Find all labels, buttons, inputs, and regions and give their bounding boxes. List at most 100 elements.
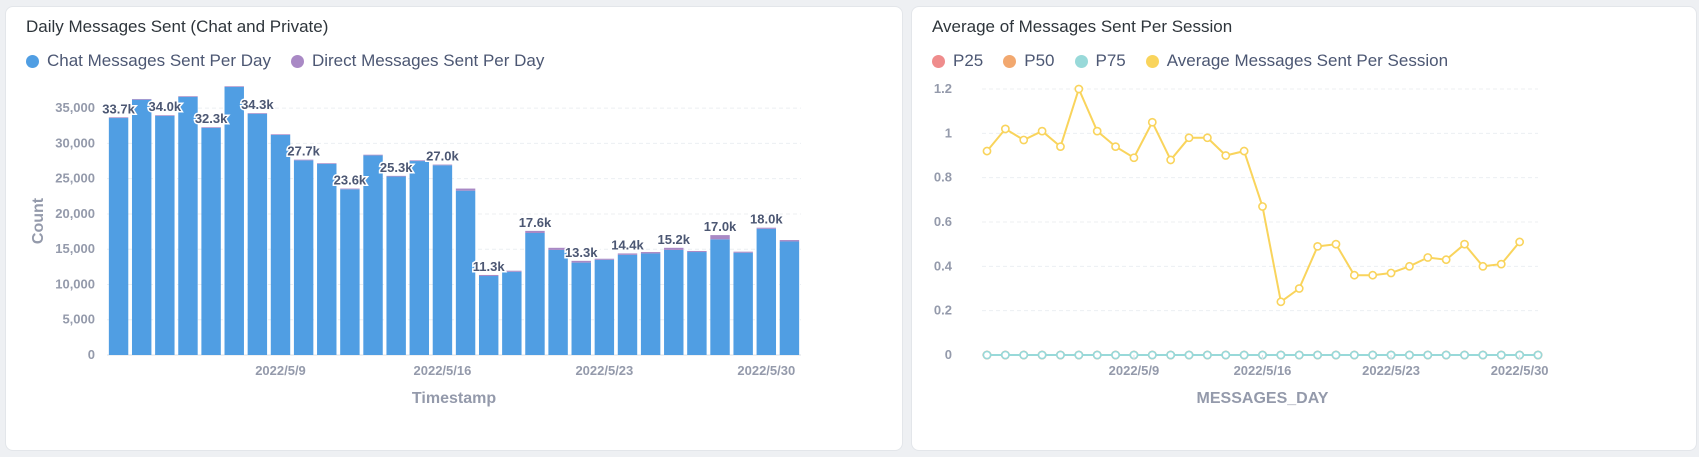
y-tick-label: 0 bbox=[88, 347, 95, 362]
data-point bbox=[1019, 135, 1029, 145]
data-point bbox=[1368, 270, 1378, 280]
bar-direct bbox=[733, 251, 753, 253]
bar-chat bbox=[224, 87, 244, 355]
y-tick-label: 1 bbox=[945, 125, 952, 140]
bar-chat bbox=[502, 271, 522, 355]
data-point bbox=[1000, 350, 1010, 360]
data-label: 34.3k bbox=[241, 97, 274, 112]
y-tick-label: 0.2 bbox=[934, 303, 952, 318]
data-point bbox=[1331, 239, 1341, 249]
bar-chat bbox=[687, 252, 707, 355]
y-tick-label: 35,000 bbox=[55, 100, 95, 115]
y-tick-label: 0.4 bbox=[934, 258, 953, 273]
bar-chat bbox=[617, 254, 638, 355]
data-label: 32.3k bbox=[195, 111, 228, 126]
y-tick-label: 0 bbox=[945, 347, 952, 362]
bar-direct bbox=[432, 164, 453, 166]
data-point bbox=[1037, 126, 1047, 136]
data-label: 34.0k bbox=[149, 99, 182, 114]
data-point bbox=[1423, 350, 1433, 360]
data-point bbox=[1111, 142, 1120, 152]
bar-chat bbox=[386, 176, 406, 355]
data-point bbox=[1441, 350, 1451, 360]
bar-chat bbox=[409, 161, 430, 355]
data-point bbox=[1313, 241, 1322, 251]
bar-chat bbox=[201, 127, 221, 355]
data-point bbox=[1405, 350, 1414, 360]
bar-direct bbox=[455, 188, 476, 191]
bar-chat bbox=[432, 165, 453, 355]
bar-chat bbox=[756, 228, 777, 355]
data-point bbox=[1092, 350, 1102, 360]
data-point bbox=[1147, 350, 1157, 360]
bar-chat bbox=[108, 118, 129, 355]
bar-chat bbox=[293, 160, 314, 355]
bar-chat bbox=[640, 253, 661, 355]
bar-direct bbox=[502, 270, 522, 272]
bar-direct bbox=[687, 250, 707, 253]
y-tick-label: 15,000 bbox=[55, 241, 95, 256]
data-point bbox=[1147, 117, 1157, 127]
bar-chat bbox=[478, 276, 499, 355]
daily-messages-card: Daily Messages Sent (Chat and Private) C… bbox=[5, 6, 903, 451]
data-point bbox=[982, 146, 992, 156]
data-label: 11.3k bbox=[473, 259, 506, 274]
bar-direct bbox=[108, 117, 129, 119]
data-point bbox=[1111, 350, 1120, 360]
bar-direct bbox=[363, 154, 383, 156]
x-tick-label: 2022/5/16 bbox=[1234, 363, 1292, 378]
bar-chat bbox=[247, 113, 268, 355]
y-tick-label: 30,000 bbox=[55, 135, 95, 150]
data-point bbox=[1515, 237, 1525, 247]
data-point bbox=[1533, 350, 1543, 360]
bar-direct bbox=[340, 188, 360, 190]
x-axis-title: MESSAGES_DAY bbox=[1197, 390, 1329, 407]
y-tick-label: 0.6 bbox=[934, 214, 952, 229]
bar-chart[interactable]: 0 5,000 10,000 15,000 20,000 25,000 30,000 35,0… bbox=[6, 7, 904, 452]
x-axis-title: Timestamp bbox=[412, 390, 496, 407]
data-point bbox=[1276, 297, 1286, 307]
bar-direct bbox=[270, 134, 291, 135]
bar-chat bbox=[548, 249, 568, 355]
bar-direct bbox=[617, 253, 638, 255]
data-point bbox=[1239, 146, 1249, 156]
data-point bbox=[1331, 350, 1341, 360]
data-point bbox=[1405, 261, 1414, 271]
data-point bbox=[1074, 84, 1084, 94]
data-label: 15.2k bbox=[657, 232, 690, 247]
bar-direct bbox=[201, 127, 221, 128]
y-tick-label: 5,000 bbox=[62, 312, 95, 327]
data-point bbox=[1423, 253, 1433, 262]
data-point bbox=[1349, 270, 1359, 280]
bar-direct bbox=[178, 96, 198, 97]
bar-chat bbox=[733, 252, 753, 355]
data-point bbox=[1294, 284, 1304, 293]
bar-direct bbox=[155, 115, 175, 116]
x-tick-label: 2022/5/9 bbox=[255, 363, 306, 378]
x-tick-label: 2022/5/23 bbox=[1362, 363, 1420, 378]
bar-direct bbox=[293, 159, 314, 161]
data-point bbox=[1092, 126, 1102, 136]
bar-direct bbox=[710, 235, 730, 240]
data-point bbox=[1184, 350, 1194, 360]
data-point bbox=[1074, 350, 1084, 360]
data-point bbox=[1037, 350, 1047, 360]
data-point bbox=[1386, 268, 1396, 278]
data-point bbox=[1478, 261, 1488, 271]
data-point bbox=[1276, 350, 1286, 360]
data-point bbox=[1000, 124, 1010, 134]
data-point bbox=[1294, 350, 1304, 360]
bar-chat bbox=[340, 189, 360, 355]
data-point bbox=[1496, 350, 1506, 360]
data-label: 13.3k bbox=[565, 245, 598, 260]
bar-chat bbox=[710, 239, 730, 355]
line-chart[interactable]: 0 0.2 0.4 0.6 0.8 1 1.2 2022/5/9 2022/5/16 2022/5… bbox=[912, 7, 1698, 452]
x-tick-label: 2022/5/9 bbox=[1109, 363, 1160, 378]
bar-chat bbox=[363, 155, 383, 355]
x-tick-label: 2022/5/23 bbox=[575, 363, 633, 378]
bar-direct bbox=[640, 252, 661, 254]
data-point bbox=[1184, 133, 1194, 143]
bar-direct bbox=[525, 230, 545, 233]
data-point bbox=[982, 350, 992, 360]
data-label: 14.4k bbox=[611, 237, 644, 252]
